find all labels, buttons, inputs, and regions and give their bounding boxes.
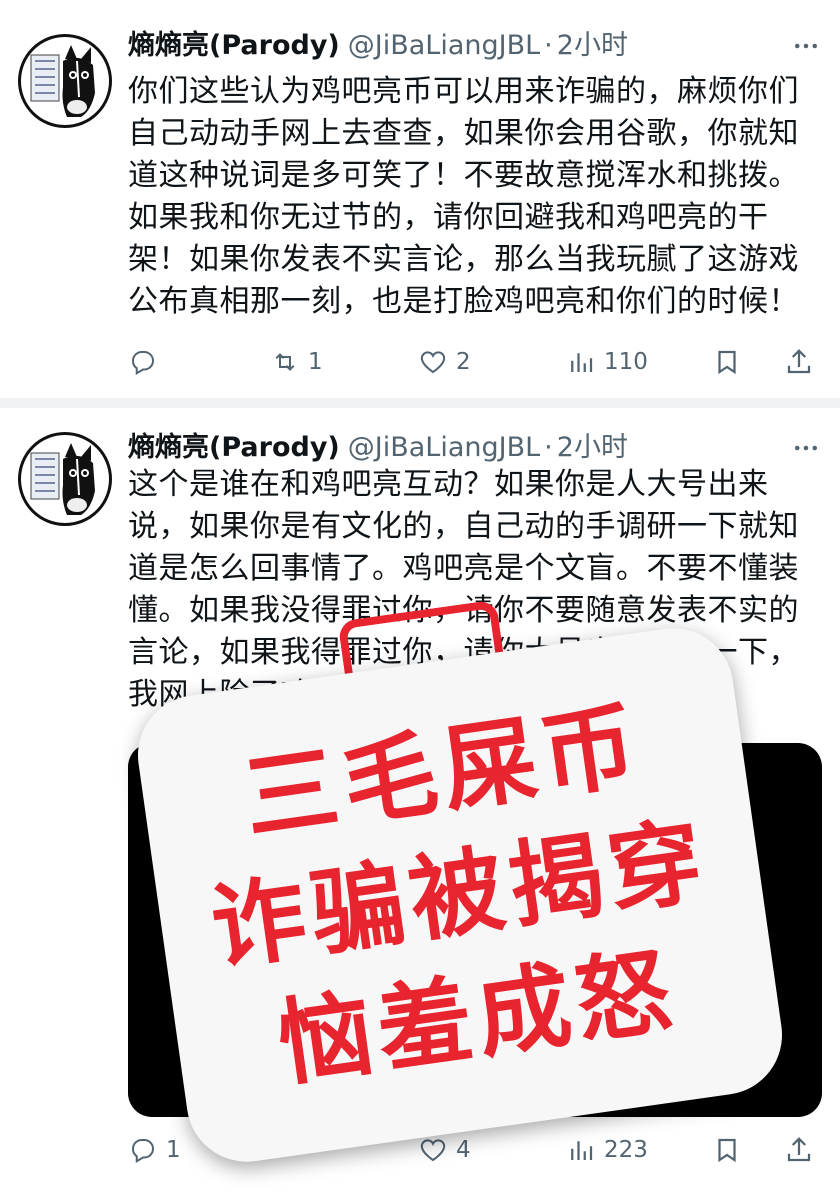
like-icon [420, 1139, 446, 1162]
views-count: 110 [604, 349, 648, 375]
like-count: 4 [456, 1137, 471, 1163]
more-button[interactable] [788, 28, 824, 64]
views-count: 223 [604, 1137, 648, 1163]
reply-button[interactable] [128, 340, 166, 384]
display-name[interactable]: 熵熵亮(Parody) [128, 30, 340, 61]
more-button[interactable] [788, 430, 824, 466]
tweet-actions: 1 2 110 [120, 340, 840, 384]
avatar[interactable] [18, 34, 112, 128]
timestamp[interactable]: 2小时 [557, 432, 628, 463]
retweet-icon [275, 353, 295, 371]
timestamp[interactable]: 2小时 [557, 30, 628, 61]
reply-button[interactable]: 1 [128, 1128, 181, 1172]
tweet-header: 熵熵亮(Parody) @JiBaLiangJBL · 2小时 [128, 428, 628, 468]
more-icon [795, 43, 817, 49]
separator-dot: · [544, 30, 553, 61]
reply-icon [132, 1139, 154, 1164]
views-icon [571, 1141, 593, 1160]
share-icon [787, 349, 811, 374]
like-icon [420, 351, 446, 374]
tweet-1[interactable]: 熵熵亮(Parody) @JiBaLiangJBL · 2小时 你们这些认为鸡吧亮币可… [0, 0, 840, 398]
tweet-text: 你们这些认为鸡吧亮币可以用来诈骗的，麻烦你们自己动动手网上去查查，如果你会用谷歌… [128, 74, 799, 319]
avatar-donkey-icon [30, 45, 95, 117]
bookmark-button[interactable] [712, 1128, 742, 1172]
bookmark-button[interactable] [712, 340, 742, 384]
avatar-donkey-icon [30, 443, 95, 515]
views-button[interactable]: 110 [566, 340, 648, 384]
reply-count: 1 [166, 1137, 181, 1163]
separator-dot: · [544, 432, 553, 463]
share-button[interactable] [784, 1128, 814, 1172]
tweet-header: 熵熵亮(Parody) @JiBaLiangJBL · 2小时 [128, 26, 628, 66]
share-icon [787, 1137, 811, 1162]
stamp-text: 三毛屎币 诈骗被揭穿 恼羞成怒 [137, 670, 783, 1122]
more-icon [795, 445, 817, 451]
views-button[interactable]: 223 [566, 1128, 648, 1172]
retweet-button[interactable]: 1 [270, 340, 323, 384]
user-handle[interactable]: @JiBaLiangJBL [348, 30, 540, 61]
user-handle[interactable]: @JiBaLiangJBL [348, 432, 540, 463]
avatar[interactable] [18, 432, 112, 526]
bookmark-icon [718, 1138, 736, 1163]
display-name[interactable]: 熵熵亮(Parody) [128, 432, 340, 463]
overlay-stamp: 三毛屎币 诈骗被揭穿 恼羞成怒 [130, 620, 790, 1170]
reply-icon [132, 351, 154, 376]
bookmark-icon [718, 350, 736, 375]
share-button[interactable] [784, 340, 814, 384]
like-count: 2 [456, 349, 471, 375]
like-button[interactable]: 2 [418, 340, 471, 384]
views-icon [571, 353, 593, 372]
retweet-count: 1 [308, 349, 323, 375]
tweet-separator [0, 398, 840, 408]
